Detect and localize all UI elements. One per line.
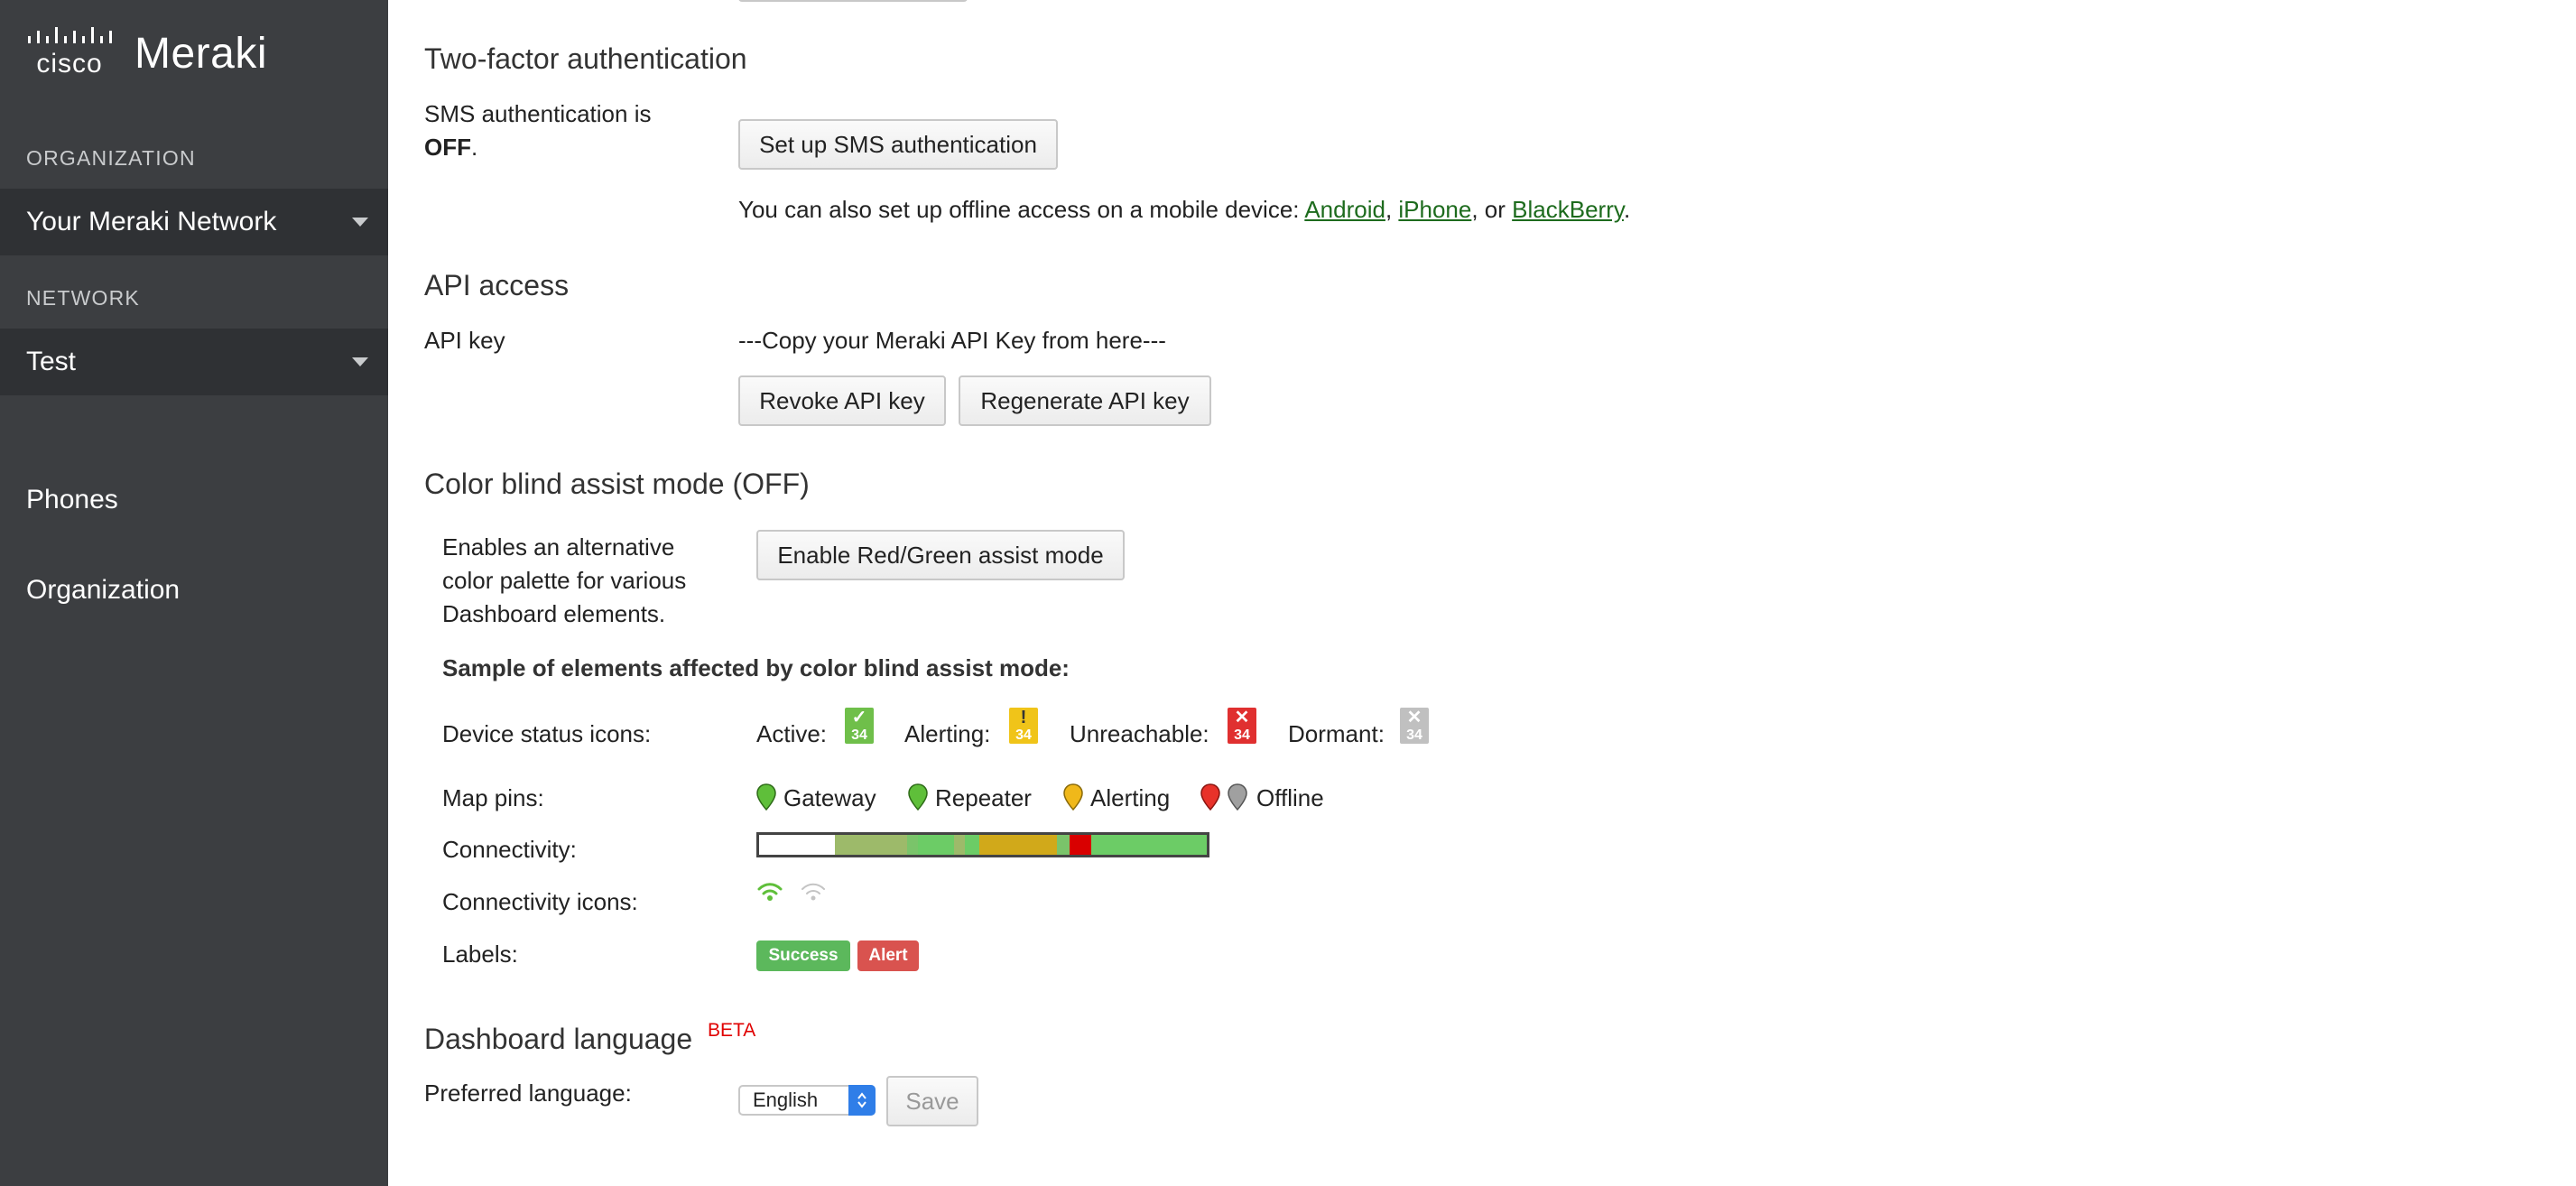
api-access-title: API access	[424, 269, 570, 301]
connectivity-segment	[918, 835, 954, 855]
active-status-icon: ✓ 34	[845, 708, 874, 744]
status-unreachable-label: Unreachable:	[1070, 720, 1209, 747]
pin-offline-label: Offline	[1256, 784, 1324, 811]
offline-red-pin-icon	[1200, 783, 1220, 811]
status-dormant-label: Dormant:	[1288, 720, 1385, 747]
device-status-label: Device status icons:	[442, 720, 652, 747]
select-arrows-icon	[848, 1085, 876, 1116]
regenerate-api-key-button[interactable]: Regenerate API key	[959, 375, 1211, 426]
connectivity-segment	[979, 835, 1057, 855]
alerting-pin-icon	[1063, 783, 1083, 811]
connectivity-bar	[756, 832, 1209, 857]
sms-status-suffix: .	[471, 134, 478, 161]
status-alerting-label: Alerting:	[904, 720, 991, 747]
cisco-logo: cisco	[26, 27, 113, 79]
language-selected-value: English	[753, 1089, 819, 1111]
success-badge: Success	[756, 940, 850, 971]
desc-line-2: color palette for various	[442, 567, 687, 594]
desc-line-1: Enables an alternative	[442, 533, 675, 561]
separator: ,	[1385, 196, 1399, 223]
two-factor-title: Two-factor authentication	[424, 42, 747, 75]
api-key-label: API key	[424, 327, 505, 354]
sms-status: SMS authentication is OFF.	[424, 97, 651, 164]
revoke-api-key-button[interactable]: Revoke API key	[738, 375, 946, 426]
pin-gateway-label: Gateway	[783, 784, 876, 811]
connectivity-segment	[1070, 835, 1091, 855]
sms-status-prefix: SMS authentication is	[424, 100, 652, 127]
unreachable-status-icon: ✕ 34	[1228, 708, 1256, 744]
organization-selector[interactable]: Your Meraki Network	[0, 189, 388, 255]
sample-heading: Sample of elements affected by color bli…	[442, 654, 1070, 681]
cisco-bars-icon	[28, 27, 112, 43]
status-number: 34	[851, 727, 867, 743]
main-content: Two-factor authentication SMS authentica…	[388, 0, 2576, 1186]
offline-access-text: You can also set up offline access on a …	[738, 196, 1630, 224]
separator: , or	[1471, 196, 1513, 223]
clipped-control	[738, 0, 968, 2]
connectivity-icons-label: Connectivity icons:	[442, 888, 638, 915]
caret-down-icon	[352, 218, 368, 227]
connectivity-segment	[965, 835, 979, 855]
desc-line-3: Dashboard elements.	[442, 600, 666, 627]
api-key-value: ---Copy your Meraki API Key from here---	[738, 327, 1166, 354]
offline-access-prefix: You can also set up offline access on a …	[738, 196, 1305, 223]
sidebar: cisco Meraki ORGANIZATION Your Meraki Ne…	[0, 0, 388, 1186]
connectivity-segment	[835, 835, 907, 855]
organization-label: ORGANIZATION	[26, 146, 196, 170]
blackberry-link[interactable]: BlackBerry	[1512, 196, 1624, 223]
gateway-pin-icon	[756, 783, 776, 811]
offline-grey-pin-icon	[1228, 783, 1247, 811]
wifi-connected-icon	[757, 883, 783, 901]
connectivity-segment	[1057, 835, 1070, 855]
alert-badge: Alert	[857, 940, 919, 971]
sidebar-item-organization[interactable]: Organization	[26, 575, 180, 606]
network-selector[interactable]: Test	[0, 329, 388, 395]
caret-down-icon	[352, 357, 368, 366]
meraki-wordmark: Meraki	[134, 29, 268, 78]
wifi-offline-icon	[802, 883, 825, 901]
beta-badge: BETA	[708, 1020, 756, 1041]
iphone-link[interactable]: iPhone	[1398, 196, 1471, 223]
sentence-end: .	[1623, 196, 1631, 223]
sms-status-value: OFF	[424, 134, 471, 161]
pin-repeater-label: Repeater	[935, 784, 1032, 811]
alerting-status-icon: ! 34	[1009, 708, 1038, 744]
status-number: 34	[1015, 727, 1032, 743]
pin-alerting-label: Alerting	[1090, 784, 1171, 811]
language-select[interactable]: English	[738, 1085, 876, 1116]
color-blind-title: Color blind assist mode (OFF)	[424, 468, 810, 500]
network-label: NETWORK	[26, 286, 140, 310]
preferred-language-label: Preferred language:	[424, 1079, 632, 1107]
status-active-label: Active:	[756, 720, 828, 747]
enable-assist-mode-button[interactable]: Enable Red/Green assist mode	[756, 530, 1125, 580]
setup-sms-button[interactable]: Set up SMS authentication	[738, 119, 1058, 170]
status-number: 34	[1234, 727, 1250, 743]
cisco-meraki-logo[interactable]: cisco Meraki	[26, 27, 267, 79]
organization-value: Your Meraki Network	[26, 207, 277, 236]
labels-label: Labels:	[442, 940, 518, 968]
android-link[interactable]: Android	[1304, 196, 1385, 223]
connectivity-segment	[759, 835, 835, 855]
cisco-wordmark: cisco	[36, 49, 103, 79]
color-blind-description: Enables an alternative color palette for…	[442, 531, 686, 631]
status-number: 34	[1406, 727, 1422, 743]
map-pins-label: Map pins:	[442, 784, 544, 811]
connectivity-segment	[954, 835, 965, 855]
connectivity-label: Connectivity:	[442, 836, 577, 863]
network-value: Test	[26, 347, 77, 376]
connectivity-segment	[907, 835, 918, 855]
dashboard-language-title: Dashboard language	[424, 1023, 693, 1055]
save-language-button[interactable]: Save	[886, 1076, 978, 1126]
dormant-status-icon: ✕ 34	[1400, 708, 1429, 744]
sidebar-item-phones[interactable]: Phones	[26, 485, 118, 515]
connectivity-segment	[1091, 835, 1207, 855]
repeater-pin-icon	[908, 783, 928, 811]
